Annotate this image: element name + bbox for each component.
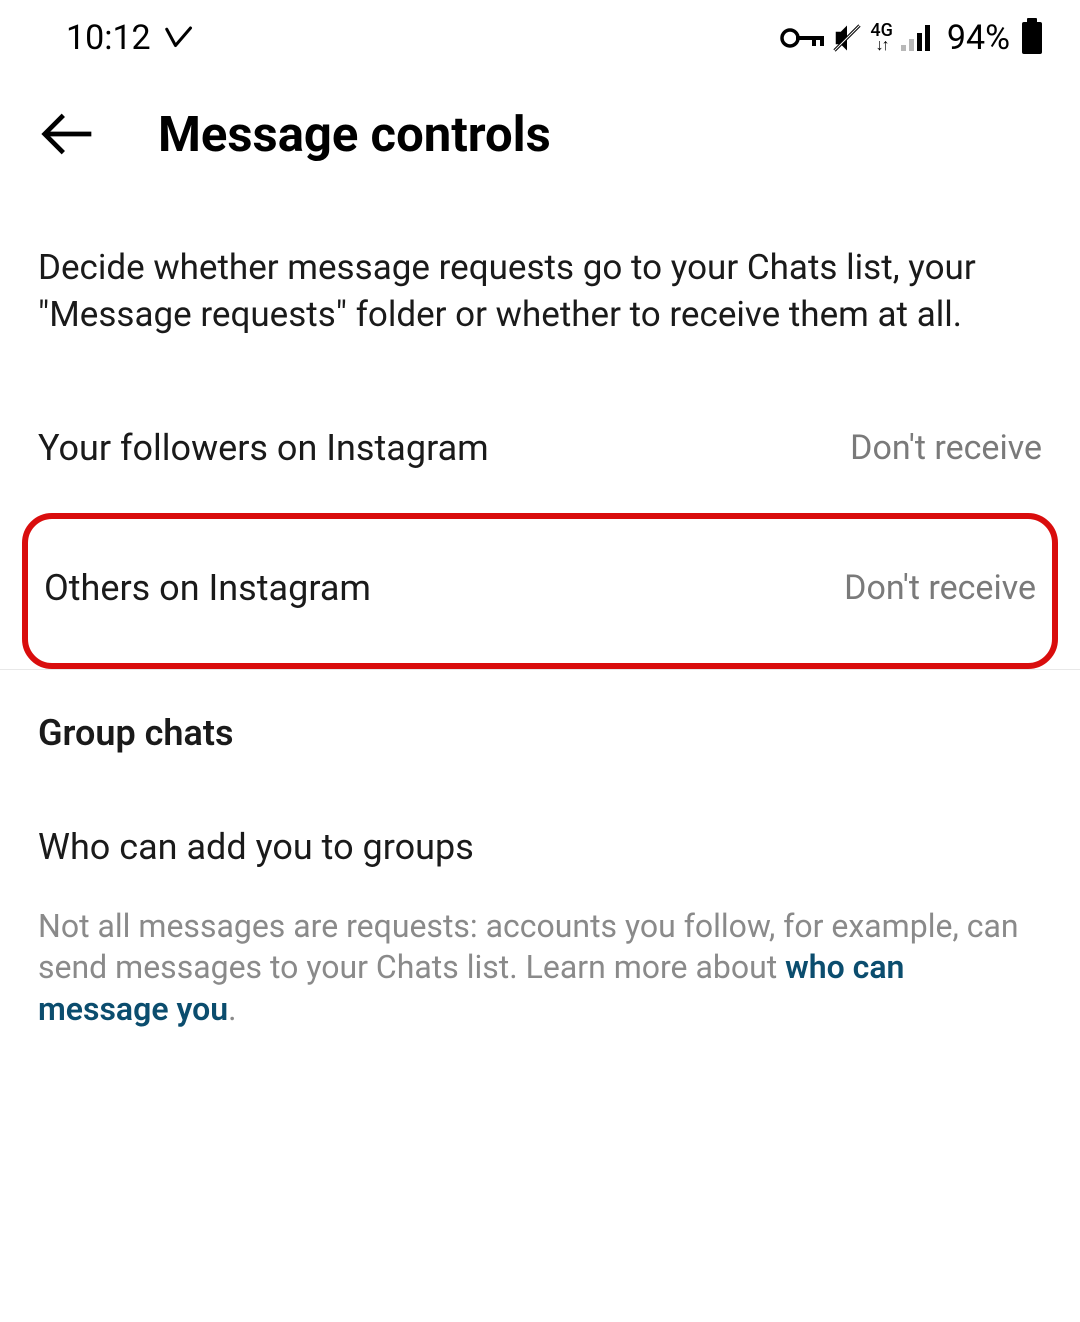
group-chats-header: Group chats [38,670,1042,802]
setting-followers[interactable]: Your followers on Instagram Don't receiv… [38,391,1042,505]
setting-value: Don't receive [850,428,1042,468]
info-text-after: . [228,990,236,1028]
status-time: 10:12 [66,18,151,58]
setting-label: Your followers on Instagram [38,427,489,469]
status-left: 10:12 [66,18,193,58]
battery-percent: 94% [947,18,1010,58]
status-bar: 10:12 4G ↓↑ [0,0,1080,76]
check-icon [163,23,193,53]
info-text: Not all messages are requests: accounts … [38,906,1042,1061]
back-button[interactable] [38,104,98,164]
setting-label: Others on Instagram [44,567,371,609]
page-title: Message controls [158,106,551,163]
signal-icon [901,25,935,51]
mute-icon [832,23,862,53]
battery-icon [1022,22,1042,54]
header: Message controls [0,76,1080,202]
network-type: 4G ↓↑ [870,24,893,52]
page-description: Decide whether message requests go to yo… [38,244,1042,339]
vpn-key-icon [780,26,824,50]
setting-others-highlighted[interactable]: Others on Instagram Don't receive [22,513,1058,669]
status-right: 4G ↓↑ 94% [780,18,1042,58]
who-can-add-row[interactable]: Who can add you to groups [38,802,1042,906]
setting-value: Don't receive [844,568,1036,608]
